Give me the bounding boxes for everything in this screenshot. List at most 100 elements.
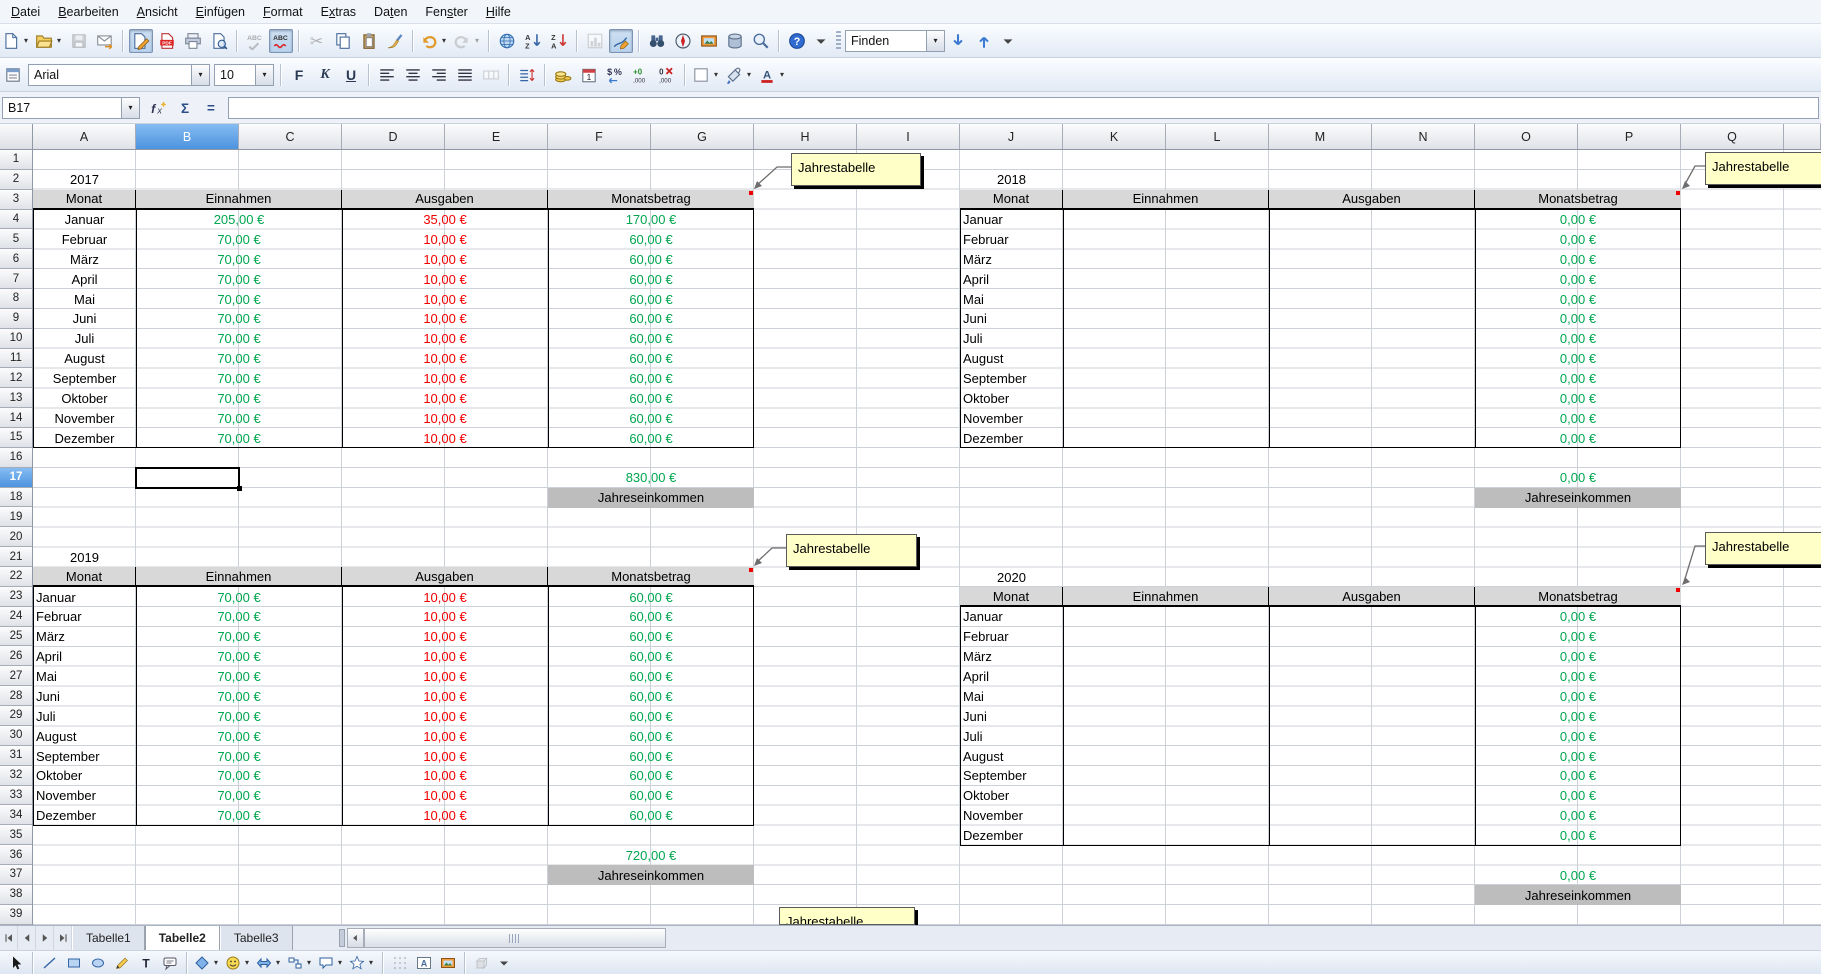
cell-einnahmen-2017-10[interactable]: 70,00 € [136, 329, 342, 349]
previous-sheet-button[interactable] [18, 926, 36, 950]
align-center-button[interactable] [401, 63, 425, 87]
cell-monatsbetrag-2019-32[interactable]: 60,00 € [548, 766, 754, 786]
new-document-button[interactable]: ▾ [1, 29, 32, 53]
cell-einnahmen-2019-23[interactable]: 70,00 € [136, 587, 342, 607]
row-header-31[interactable]: 31 [0, 746, 32, 766]
equals-button[interactable] [199, 96, 223, 120]
cell-monatsbetrag-2019-29[interactable]: 60,00 € [548, 706, 754, 726]
cell-monatsbetrag-2018-9[interactable]: 0,00 € [1475, 309, 1681, 329]
cell-monatsbetrag-2017-14[interactable]: 60,00 € [548, 408, 754, 428]
cell-A28[interactable]: Juni [33, 687, 136, 707]
print-button[interactable] [181, 29, 205, 53]
italic-button[interactable]: K [313, 63, 337, 87]
cell-einnahmen-2017-14[interactable]: 70,00 € [136, 408, 342, 428]
cell-monatsbetrag-2020-26[interactable]: 0,00 € [1475, 647, 1681, 667]
font-color-dropdown-icon[interactable]: ▾ [777, 70, 787, 79]
select-button[interactable] [5, 952, 27, 973]
cell-J31[interactable]: August [960, 746, 1063, 766]
row-header-12[interactable]: 12 [0, 368, 32, 388]
cell-ausgaben-2017-6[interactable]: 10,00 € [342, 249, 548, 269]
cell-A26[interactable]: April [33, 647, 136, 667]
menu-extras[interactable]: Extras [312, 3, 365, 21]
help-button[interactable] [785, 29, 809, 53]
row-header-38[interactable]: 38 [0, 885, 32, 905]
toolbar-overflow-button[interactable] [811, 29, 831, 53]
cell-A25[interactable]: März [33, 627, 136, 647]
cell-J25[interactable]: Februar [960, 627, 1063, 647]
cell-ausgaben-2017-12[interactable]: 10,00 € [342, 369, 548, 389]
row-header-7[interactable]: 7 [0, 269, 32, 289]
row-header-34[interactable]: 34 [0, 805, 32, 825]
cell-ausgaben-2017-4[interactable]: 35,00 € [342, 210, 548, 230]
cell-monatsbetrag-2018-8[interactable]: 0,00 € [1475, 289, 1681, 309]
cell-einnahmen-2019-31[interactable]: 70,00 € [136, 746, 342, 766]
cell-monatsbetrag-2019-33[interactable]: 60,00 € [548, 786, 754, 806]
row-header-10[interactable]: 10 [0, 329, 32, 349]
format-paintbrush-button[interactable] [383, 29, 407, 53]
cell-ausgaben-2017-15[interactable]: 10,00 € [342, 428, 548, 448]
callouts-button[interactable]: ▾ [317, 952, 346, 973]
column-header-B[interactable]: B [136, 124, 239, 149]
row-header-8[interactable]: 8 [0, 289, 32, 309]
cell-ausgaben-2019-31[interactable]: 10,00 € [342, 746, 548, 766]
cell-J14[interactable]: November [960, 408, 1063, 428]
cell-J9[interactable]: Juni [960, 309, 1063, 329]
cell-J8[interactable]: Mai [960, 289, 1063, 309]
menu-hilfe[interactable]: Hilfe [477, 3, 520, 21]
cell-ausgaben-2017-8[interactable]: 10,00 € [342, 289, 548, 309]
open-dropdown-icon[interactable]: ▾ [54, 36, 64, 45]
auto-spellcheck-button[interactable] [269, 29, 293, 53]
column-header-O[interactable]: O [1475, 124, 1578, 149]
cell-monatsbetrag-2019-31[interactable]: 60,00 € [548, 746, 754, 766]
page-preview-button[interactable] [207, 29, 231, 53]
row-header-14[interactable]: 14 [0, 408, 32, 428]
column-header-N[interactable]: N [1372, 124, 1475, 149]
cell-J26[interactable]: März [960, 647, 1063, 667]
cell-ausgaben-2019-32[interactable]: 10,00 € [342, 766, 548, 786]
row-header-13[interactable]: 13 [0, 388, 32, 408]
rectangle-button[interactable] [63, 952, 85, 973]
cell-monatsbetrag-2018-13[interactable]: 0,00 € [1475, 388, 1681, 408]
font-color-button[interactable]: ▾ [757, 63, 788, 87]
year-label-2019[interactable]: 2019 [33, 547, 136, 567]
cell-ausgaben-2017-10[interactable]: 10,00 € [342, 329, 548, 349]
column-header-L[interactable]: L [1166, 124, 1269, 149]
stars-dropdown-icon[interactable]: ▾ [366, 958, 376, 967]
cell-A32[interactable]: Oktober [33, 766, 136, 786]
column-header-K[interactable]: K [1063, 124, 1166, 149]
find-overflow-button[interactable] [998, 29, 1018, 53]
row-header-36[interactable]: 36 [0, 845, 32, 865]
cell-ausgaben-2019-25[interactable]: 10,00 € [342, 627, 548, 647]
cell-ausgaben-2017-5[interactable]: 10,00 € [342, 229, 548, 249]
row-header-39[interactable]: 39 [0, 905, 32, 925]
cell-einnahmen-2019-30[interactable]: 70,00 € [136, 726, 342, 746]
cell-A9[interactable]: Juni [33, 309, 136, 329]
gallery-button[interactable] [697, 29, 721, 53]
open-button[interactable]: ▾ [34, 29, 65, 53]
block-arrows-dropdown-icon[interactable]: ▾ [273, 958, 283, 967]
sort-ascending-button[interactable] [521, 29, 545, 53]
cell-jahressumme-2018[interactable]: 0,00 € [1475, 468, 1681, 488]
cell-A12[interactable]: September [33, 369, 136, 389]
row-header-28[interactable]: 28 [0, 686, 32, 706]
font-size-select[interactable]: 10▾ [214, 64, 274, 86]
row-header-16[interactable]: 16 [0, 448, 32, 468]
menu-bearbeiten[interactable]: Bearbeiten [49, 3, 127, 21]
row-header-30[interactable]: 30 [0, 726, 32, 746]
cell-J10[interactable]: Juli [960, 329, 1063, 349]
cell-monatsbetrag-2020-24[interactable]: 0,00 € [1475, 607, 1681, 627]
cell-einnahmen-2019-26[interactable]: 70,00 € [136, 647, 342, 667]
cell-monatsbetrag-2019-28[interactable]: 60,00 € [548, 687, 754, 707]
row-header-21[interactable]: 21 [0, 547, 32, 567]
menu-daten[interactable]: Daten [365, 3, 416, 21]
row-header-23[interactable]: 23 [0, 587, 32, 607]
column-header-D[interactable]: D [342, 124, 445, 149]
cell-A31[interactable]: September [33, 746, 136, 766]
cell-monatsbetrag-2020-31[interactable]: 0,00 € [1475, 746, 1681, 766]
column-header-P[interactable]: P [1578, 124, 1681, 149]
cell-J12[interactable]: September [960, 369, 1063, 389]
cell-J34[interactable]: November [960, 806, 1063, 826]
column-header-Q[interactable]: Q [1681, 124, 1784, 149]
callout-button[interactable] [159, 952, 181, 973]
cell-J11[interactable]: August [960, 349, 1063, 369]
